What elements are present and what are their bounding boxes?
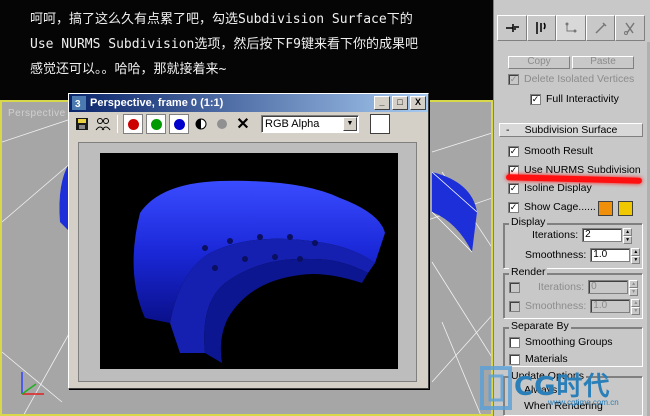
clone-icon[interactable]: [94, 115, 112, 133]
command-panel: Copy Paste ✓ Delete Isolated Vertices ✓ …: [493, 0, 650, 416]
close-button[interactable]: X: [410, 96, 426, 110]
rendered-image: [100, 153, 398, 369]
color-swatch[interactable]: [370, 114, 390, 134]
isoline-display-checkbox[interactable]: ✓: [508, 182, 519, 194]
svg-text:3: 3: [75, 99, 81, 110]
render-iterations-row: Iterations: 0 ▲ ▼: [538, 280, 639, 296]
paste-button[interactable]: Paste: [572, 56, 634, 69]
render-smoothness-label: Smoothness:: [525, 300, 587, 312]
render-smoothness-row: Smoothness: 1.0 ▲ ▼: [525, 299, 641, 315]
edit-icon: [595, 22, 607, 34]
rendered-sofa-image: [133, 180, 385, 363]
render-iterations-checkbox[interactable]: [509, 282, 520, 293]
display-smoothness-input[interactable]: 1.0: [590, 248, 631, 262]
channel-select-value: RGB Alpha: [265, 118, 320, 130]
separate-by-title: Separate By: [509, 320, 571, 332]
blue-channel-icon[interactable]: [169, 114, 189, 134]
render-image-frame: [78, 142, 417, 382]
display-smoothness-row: Smoothness: 1.0 ▲ ▼: [525, 248, 641, 264]
tutorial-caption: 呵呵，搞了这么久有点累了吧，勾选Subdivision Surface下的 Us…: [0, 0, 493, 100]
save-icon[interactable]: [73, 115, 91, 133]
display-iterations-spinner[interactable]: ▲ ▼: [623, 228, 633, 244]
display-iterations-input[interactable]: 2: [582, 228, 623, 242]
smooth-result-label: Smooth Result: [524, 145, 593, 157]
render-iterations-label: Iterations:: [538, 281, 585, 293]
toolbar-separator: [117, 115, 118, 133]
caption-line-1: 呵呵，搞了这么久有点累了吧，勾选Subdivision Surface下的: [30, 12, 413, 27]
axis-tripod-icon: [21, 372, 44, 395]
watermark-url: www.cgtime.com.cn: [548, 398, 619, 407]
maximize-button[interactable]: □: [392, 96, 408, 110]
render-iterations-spinner[interactable]: ▲ ▼: [629, 280, 639, 296]
full-interactivity-label: Full Interactivity: [546, 93, 619, 105]
copy-paste-row: Copy Paste: [508, 56, 634, 69]
modify-icon: [536, 22, 547, 34]
max-app-icon: 3: [72, 96, 86, 110]
cage-color-swatch-1[interactable]: [598, 201, 613, 216]
smoothing-groups-row[interactable]: Smoothing Groups: [509, 336, 613, 348]
command-panel-tabs: [497, 15, 645, 41]
isoline-display-label: Isoline Display: [524, 182, 592, 194]
tab-hierarchy[interactable]: [556, 15, 586, 41]
scissors-icon: [624, 22, 635, 35]
smoothing-groups-checkbox[interactable]: [509, 336, 520, 348]
smoothing-groups-label: Smoothing Groups: [525, 336, 613, 348]
green-channel-icon[interactable]: [146, 114, 166, 134]
show-cage-row[interactable]: ✓ Show Cage......: [508, 201, 596, 213]
viewport-label: Perspective: [8, 108, 66, 119]
smooth-result-row[interactable]: ✓ Smooth Result: [508, 145, 593, 157]
render-smoothness-input[interactable]: 1.0: [590, 299, 631, 313]
subdivision-surface-rollout[interactable]: - Subdivision Surface: [499, 123, 643, 137]
red-channel-icon[interactable]: [123, 114, 143, 134]
render-smoothness-spinner[interactable]: ▲ ▼: [631, 299, 641, 315]
tab-motion[interactable]: [585, 15, 616, 41]
render-smoothness-checkbox[interactable]: [509, 301, 520, 312]
pin-icon: [505, 24, 519, 32]
mono-icon[interactable]: [213, 115, 231, 133]
watermark: CG时代 www.cgtime.com.cn: [478, 358, 650, 416]
tab-create[interactable]: [497, 15, 527, 41]
tab-modify[interactable]: [526, 15, 557, 41]
copy-button[interactable]: Copy: [508, 56, 570, 69]
alpha-channel-icon[interactable]: [192, 115, 210, 133]
smooth-result-checkbox[interactable]: ✓: [508, 145, 519, 157]
render-group-title: Render: [509, 266, 548, 278]
isoline-display-row[interactable]: ✓ Isoline Display: [508, 182, 592, 194]
delete-isolated-row[interactable]: ✓ Delete Isolated Vertices: [508, 73, 634, 85]
render-window-titlebar[interactable]: 3 Perspective, frame 0 (1:1) _ □ X: [69, 94, 428, 112]
cgtime-logo-icon: [480, 366, 512, 410]
render-toolbar: ✕ RGB Alpha ▼: [69, 112, 428, 136]
display-smoothness-spinner[interactable]: ▲ ▼: [631, 248, 641, 264]
chevron-down-icon[interactable]: ▼: [343, 117, 357, 131]
tab-utilities[interactable]: [615, 15, 645, 41]
full-interactivity-checkbox[interactable]: ✓: [530, 93, 541, 105]
display-group-title: Display: [509, 216, 548, 228]
clear-icon[interactable]: ✕: [234, 115, 252, 133]
delete-isolated-label: Delete Isolated Vertices: [524, 73, 635, 85]
rollout-title: Subdivision Surface: [524, 124, 618, 136]
render-frame-window[interactable]: 3 Perspective, frame 0 (1:1) _ □ X ✕ RGB…: [68, 93, 429, 389]
delete-isolated-checkbox[interactable]: ✓: [508, 73, 519, 85]
show-cage-checkbox[interactable]: ✓: [508, 201, 519, 213]
render-window-title: Perspective, frame 0 (1:1): [90, 97, 224, 109]
rollout-toggle[interactable]: -: [506, 124, 510, 136]
full-interactivity-row[interactable]: ✓ Full Interactivity: [530, 93, 619, 105]
show-cage-label: Show Cage......: [524, 201, 596, 213]
cage-color-swatch-2[interactable]: [618, 201, 633, 216]
caption-line-3: 感觉还可以。。哈哈，那就接着来~: [30, 62, 227, 77]
vertex-icon: [565, 22, 577, 33]
caption-line-2: Use NURMS Subdivision选项，然后按下F9键来看下你的成果吧: [30, 37, 419, 52]
render-iterations-input[interactable]: 0: [588, 280, 629, 294]
display-channel-select[interactable]: RGB Alpha ▼: [261, 115, 359, 133]
display-iterations-label: Iterations:: [532, 229, 579, 241]
display-iterations-row: Iterations: 2 ▲ ▼: [532, 228, 633, 244]
minimize-button[interactable]: _: [374, 96, 390, 110]
display-smoothness-label: Smoothness:: [525, 249, 587, 261]
